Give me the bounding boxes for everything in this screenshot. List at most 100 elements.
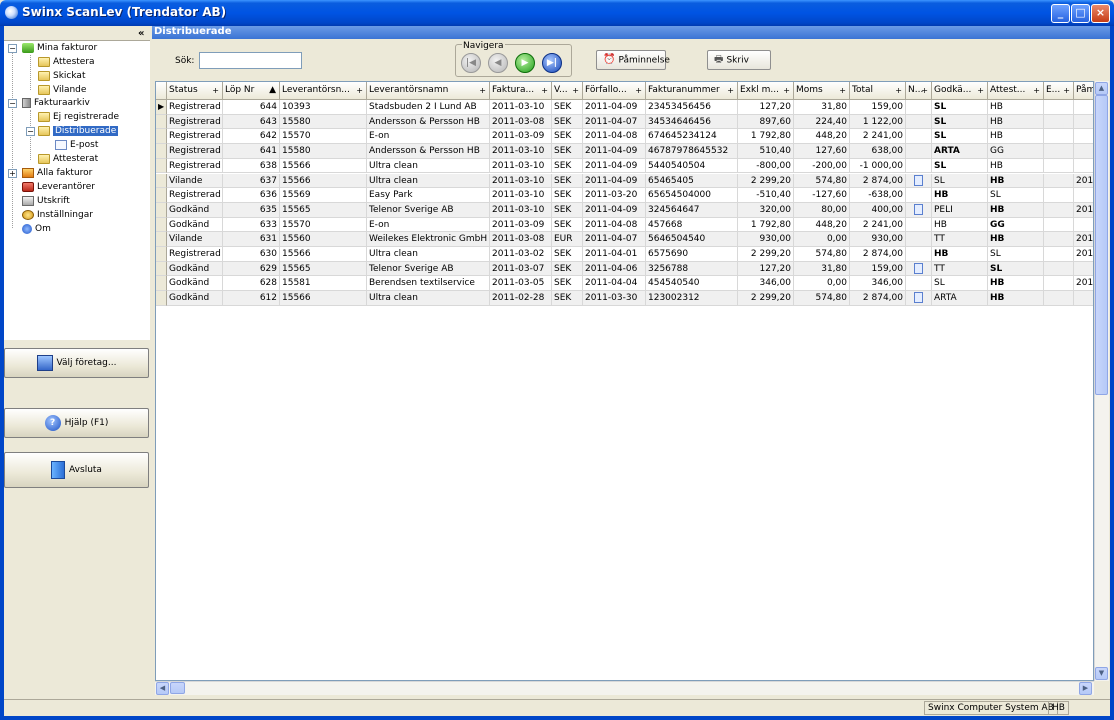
tree-item-attestera[interactable]: Attestera — [38, 56, 95, 68]
table-cell[interactable]: Easy Park — [367, 188, 490, 203]
column-header[interactable]: Påm — [1074, 82, 1093, 100]
table-cell[interactable]: 346,00 — [850, 276, 906, 292]
column-header[interactable]: Godkä... + — [932, 82, 988, 100]
column-header[interactable]: Attest... + — [988, 82, 1044, 100]
table-cell[interactable]: SL — [932, 158, 988, 174]
table-row[interactable]: Godkänd 633 15570 E-on 2011-03-09 SEK 2011-04-… — [156, 217, 1093, 233]
column-options-icon[interactable]: + — [635, 82, 642, 99]
table-cell[interactable]: SEK — [552, 144, 583, 159]
table-cell[interactable]: Godkänd — [167, 217, 223, 233]
table-cell[interactable]: -127,60 — [794, 188, 850, 203]
table-cell[interactable]: 2011-03-10 — [490, 144, 552, 159]
table-cell[interactable]: 2011-02-28 — [490, 291, 552, 306]
table-cell[interactable]: -200,00 — [794, 158, 850, 174]
table-cell[interactable]: 15565 — [280, 202, 367, 218]
table-row[interactable]: Vilande 637 15566 Ultra clean 2011-03-10 SEK 2… — [156, 173, 1093, 189]
table-cell[interactable]: ARTA — [932, 291, 988, 306]
last-record-icon[interactable]: ▶| — [542, 53, 562, 73]
table-cell[interactable]: 2011-04-08 — [583, 129, 646, 145]
table-cell[interactable]: 2011-04-09 — [583, 173, 646, 189]
table-cell[interactable]: HB — [932, 217, 988, 233]
table-cell[interactable]: 638 — [223, 158, 280, 174]
expand-toggle[interactable]: − — [8, 44, 17, 53]
table-cell[interactable]: 5646504540 — [646, 232, 738, 247]
table-cell[interactable]: Registrerad — [167, 100, 223, 115]
table-cell[interactable]: SEK — [552, 291, 583, 306]
table-cell[interactable]: 15580 — [280, 144, 367, 159]
table-cell[interactable] — [1074, 115, 1093, 130]
table-cell[interactable]: 2011-04-01 — [583, 247, 646, 262]
table-cell[interactable]: 641 — [223, 144, 280, 159]
table-cell[interactable]: 400,00 — [850, 202, 906, 218]
table-cell[interactable]: 2011-03-08 — [490, 114, 552, 130]
table-cell[interactable]: 2011-03-10 — [490, 100, 552, 115]
table-cell[interactable]: 674645234124 — [646, 129, 738, 145]
table-cell[interactable]: -800,00 — [738, 158, 794, 174]
table-cell[interactable]: -638,00 — [850, 188, 906, 203]
table-cell[interactable]: Vilande — [167, 173, 223, 189]
table-cell[interactable]: 510,40 — [738, 144, 794, 159]
row-selector[interactable] — [156, 144, 167, 159]
tree-item-leverantorer[interactable]: Leverantörer — [22, 181, 95, 193]
table-cell[interactable]: Registrerad — [167, 114, 223, 130]
table-cell[interactable]: 2011-04-09 — [583, 144, 646, 159]
table-cell[interactable]: TT — [932, 261, 988, 277]
table-row[interactable]: Godkänd 635 15565 Telenor Sverige AB 2011-03… — [156, 202, 1093, 218]
table-cell[interactable]: 2011-03-09 — [490, 217, 552, 233]
invoice-grid[interactable]: Status + Löp Nr ▲ Leverantörsn... + Leverantör… — [155, 81, 1094, 681]
tree-item-distribuerade[interactable]: Distribuerade — [38, 125, 119, 137]
search-input[interactable] — [199, 52, 302, 69]
table-cell[interactable] — [906, 100, 932, 115]
table-cell[interactable] — [1044, 114, 1074, 130]
table-cell[interactable] — [1044, 100, 1074, 115]
column-header[interactable]: N... + — [906, 82, 932, 100]
table-cell[interactable]: SL — [988, 261, 1044, 277]
table-cell[interactable]: 633 — [223, 217, 280, 233]
table-cell[interactable]: SL — [932, 129, 988, 145]
table-cell[interactable]: 2 241,00 — [850, 129, 906, 145]
table-cell[interactable] — [906, 247, 932, 262]
table-cell[interactable]: 2011-03-02 — [490, 247, 552, 262]
table-cell[interactable]: 201 — [1074, 203, 1093, 218]
table-cell[interactable]: 127,20 — [738, 100, 794, 115]
table-cell[interactable]: 2011-03-05 — [490, 276, 552, 292]
table-cell[interactable]: 2 299,20 — [738, 173, 794, 189]
table-cell[interactable]: 457668 — [646, 217, 738, 233]
table-cell[interactable] — [1044, 261, 1074, 277]
table-cell[interactable]: HB — [988, 129, 1044, 145]
table-cell[interactable] — [1074, 262, 1093, 277]
column-options-icon[interactable]: + — [1063, 82, 1070, 99]
table-cell[interactable] — [1074, 218, 1093, 233]
table-cell[interactable]: Registrerad — [167, 144, 223, 159]
table-cell[interactable]: 15580 — [280, 114, 367, 130]
column-options-icon[interactable]: + — [1033, 82, 1040, 99]
table-cell[interactable]: 574,80 — [794, 173, 850, 189]
tree-item-attesterat[interactable]: Attesterat — [38, 153, 98, 165]
table-cell[interactable]: SEK — [552, 114, 583, 130]
column-header[interactable]: Löp Nr ▲ — [223, 82, 280, 100]
table-cell[interactable]: 643 — [223, 114, 280, 130]
table-cell[interactable]: 127,20 — [738, 261, 794, 277]
table-cell[interactable]: 448,20 — [794, 217, 850, 233]
table-cell[interactable]: 31,80 — [794, 100, 850, 115]
table-cell[interactable] — [906, 144, 932, 159]
table-cell[interactable]: 159,00 — [850, 261, 906, 277]
table-cell[interactable]: 2011-04-07 — [583, 232, 646, 247]
table-cell[interactable]: 2011-03-08 — [490, 232, 552, 247]
table-cell[interactable]: Ultra clean — [367, 173, 490, 189]
table-cell[interactable]: 2011-04-04 — [583, 276, 646, 292]
table-cell[interactable]: 637 — [223, 173, 280, 189]
next-record-icon[interactable]: ▶ — [515, 53, 535, 73]
table-cell[interactable]: 454540540 — [646, 276, 738, 292]
table-cell[interactable]: HB — [988, 158, 1044, 174]
table-cell[interactable]: 930,00 — [850, 232, 906, 247]
table-row[interactable]: Registrerad 638 15566 Ultra clean 2011-03-10… — [156, 158, 1093, 174]
table-cell[interactable]: HB — [988, 291, 1044, 306]
table-cell[interactable]: 346,00 — [738, 276, 794, 292]
tree-item-e-post[interactable]: E-post — [55, 139, 98, 151]
column-options-icon[interactable]: + — [727, 82, 734, 99]
tree-item-ej-registrerade[interactable]: Ej registrerade — [38, 111, 119, 123]
table-cell[interactable]: SEK — [552, 261, 583, 277]
column-options-icon[interactable]: + — [783, 82, 790, 99]
table-cell[interactable]: EUR — [552, 232, 583, 247]
